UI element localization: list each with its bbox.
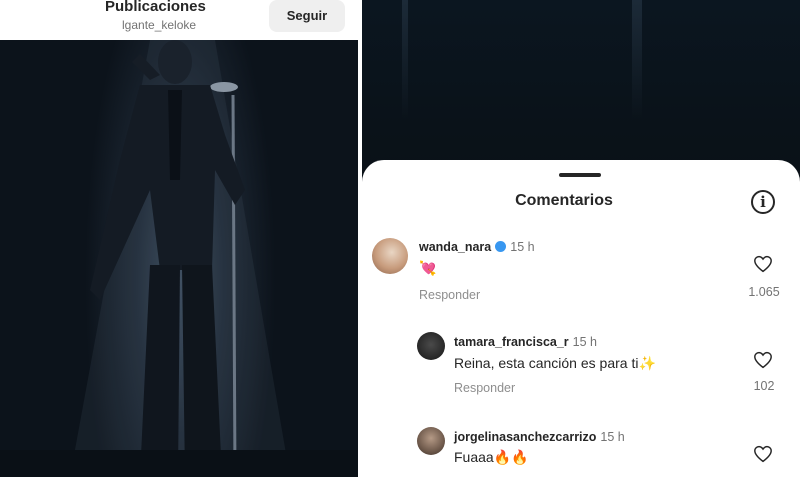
- avatar[interactable]: [417, 332, 445, 360]
- comment-time: 15 h: [600, 430, 625, 444]
- comment-time: 15 h: [510, 240, 535, 254]
- comment-text: 💘: [419, 260, 437, 276]
- verified-icon: [495, 241, 507, 252]
- reply-button[interactable]: Responder: [454, 381, 515, 395]
- comment-text: Fuaaa🔥🔥: [454, 449, 529, 465]
- reply-button[interactable]: Responder: [419, 288, 480, 302]
- info-icon[interactable]: i: [751, 190, 775, 214]
- header-title: Publicaciones: [105, 0, 206, 15]
- avatar[interactable]: [417, 427, 445, 455]
- comment-username[interactable]: jorgelinasanchezcarrizo: [454, 430, 596, 444]
- light-streak: [632, 0, 642, 120]
- comment-username[interactable]: tamara_francisca_r: [454, 335, 569, 349]
- comment-text: Reina, esta canción es para ti✨: [454, 355, 656, 371]
- follow-button[interactable]: Seguir: [269, 0, 345, 32]
- sheet-grabber[interactable]: [559, 173, 601, 177]
- like-heart-icon[interactable]: [753, 255, 773, 273]
- comments-panel: Comentarios i wanda_nara 15 h 💘 Responder…: [362, 0, 800, 477]
- comment-time: 15 h: [572, 335, 598, 349]
- light-streak: [402, 0, 408, 120]
- avatar[interactable]: [372, 238, 408, 274]
- sheet-title: Comentarios: [515, 192, 613, 209]
- performer-figure: [0, 40, 358, 477]
- like-heart-icon[interactable]: [753, 445, 773, 463]
- header-username[interactable]: lgante_keloke: [122, 18, 196, 32]
- comment-username[interactable]: wanda_nara: [419, 240, 491, 254]
- like-count: 102: [753, 379, 775, 393]
- post-header: Publicaciones lgante_keloke Seguir: [0, 0, 362, 40]
- post-panel: Publicaciones lgante_keloke Seguir: [0, 0, 362, 477]
- post-photo[interactable]: [0, 40, 358, 477]
- comment-author[interactable]: tamara_francisca_r 15 h: [454, 335, 597, 349]
- video-background: [362, 0, 800, 180]
- comment-author[interactable]: jorgelinasanchezcarrizo 15 h: [454, 430, 625, 444]
- like-count: 1.065: [748, 285, 780, 299]
- comments-sheet: Comentarios i wanda_nara 15 h 💘 Responder…: [362, 160, 800, 477]
- like-heart-icon[interactable]: [753, 351, 773, 369]
- comment-author[interactable]: wanda_nara 15 h: [419, 240, 535, 254]
